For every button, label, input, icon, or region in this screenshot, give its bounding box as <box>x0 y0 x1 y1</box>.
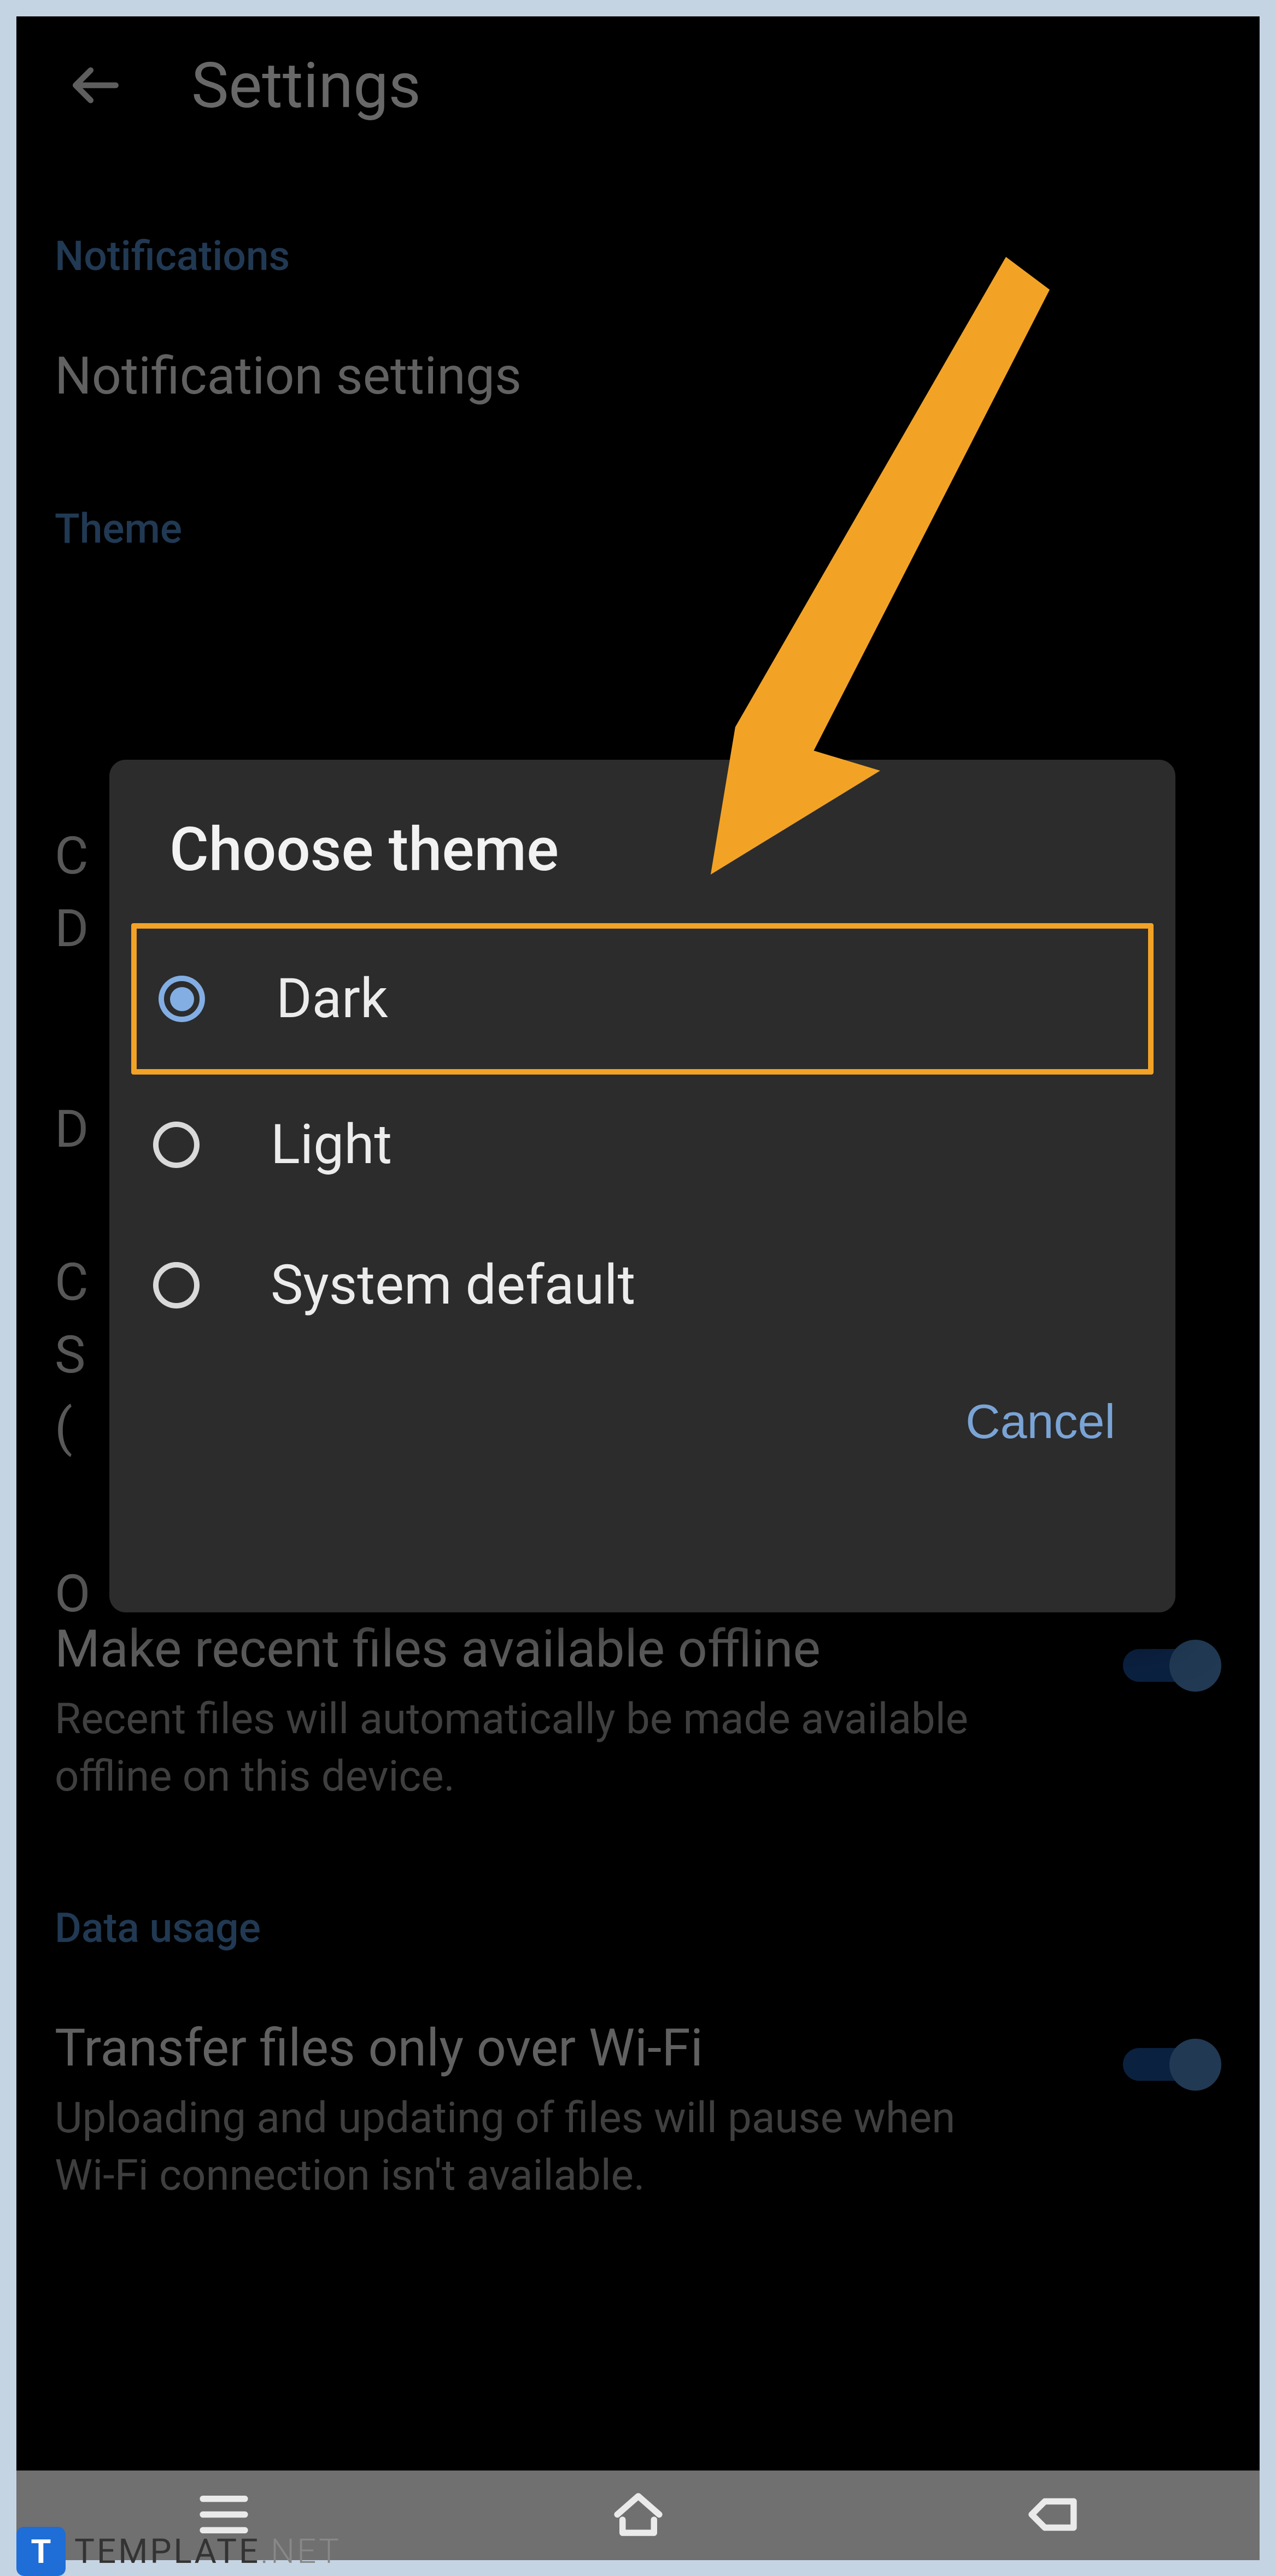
setting-title: Make recent files available offline <box>55 1619 1101 1680</box>
home-icon[interactable] <box>607 2483 670 2548</box>
theme-option-system-default[interactable]: System default <box>131 1215 1154 1356</box>
obscured-char: C <box>55 1246 89 1319</box>
section-label-data-usage: Data usage <box>16 1828 1260 1974</box>
obscured-text: C S ( <box>55 1246 89 1464</box>
offline-toggle[interactable] <box>1117 1635 1221 1695</box>
dialog-title: Choose theme <box>131 814 1154 885</box>
wifi-only-row[interactable]: Transfer files only over Wi-Fi Uploading… <box>16 1974 1260 2227</box>
obscured-char: O <box>55 1558 90 1630</box>
theme-option-light[interactable]: Light <box>131 1075 1154 1215</box>
obscured-char: D <box>55 893 89 965</box>
screenshot-frame: Settings Notifications Notification sett… <box>16 16 1260 2471</box>
setting-title: Notification settings <box>55 346 1221 407</box>
watermark: T TEMPLATE.NET <box>16 2527 341 2576</box>
obscured-text: D <box>55 1093 89 1166</box>
dialog-actions: Cancel <box>131 1356 1154 1471</box>
setting-subtitle: Recent files will automatically be made … <box>55 1691 984 1806</box>
obscured-text: C D <box>55 820 89 965</box>
back-icon[interactable] <box>1021 2483 1084 2548</box>
radio-label: Light <box>271 1113 392 1177</box>
obscured-char: ( <box>55 1392 89 1464</box>
obscured-char: D <box>55 1093 89 1166</box>
offline-files-row[interactable]: Make recent files available offline Rece… <box>16 1575 1260 1828</box>
watermark-text: TEMPLATE.NET <box>74 2532 341 2572</box>
app-header: Settings <box>16 16 1260 156</box>
obscured-char: S <box>55 1319 89 1392</box>
radio-label: System default <box>271 1253 635 1317</box>
toggle-thumb <box>1169 2039 1221 2091</box>
watermark-brand: TEMPLATE <box>74 2532 260 2572</box>
watermark-badge: T <box>16 2527 66 2576</box>
theme-option-dark[interactable]: Dark <box>131 923 1154 1075</box>
watermark-suffix: .NET <box>260 2532 341 2572</box>
section-label-notifications: Notifications <box>16 156 1260 302</box>
toggle-thumb <box>1169 1640 1221 1692</box>
radio-icon <box>153 1122 200 1168</box>
obscured-char: C <box>55 820 89 893</box>
wifi-toggle[interactable] <box>1117 2034 1221 2094</box>
cancel-button[interactable]: Cancel <box>965 1394 1115 1450</box>
radio-icon <box>153 1262 200 1308</box>
setting-title: Transfer files only over Wi-Fi <box>55 2018 1101 2079</box>
notification-settings-row[interactable]: Notification settings <box>16 302 1260 429</box>
page-title: Settings <box>191 49 421 123</box>
radio-icon <box>159 976 205 1022</box>
back-arrow-icon[interactable] <box>66 55 126 118</box>
obscured-text: O <box>55 1558 90 1630</box>
setting-subtitle: Uploading and updating of files will pau… <box>55 2090 984 2205</box>
radio-label: Dark <box>276 967 388 1031</box>
choose-theme-dialog: Choose theme Dark Light System default C… <box>109 760 1175 1612</box>
section-label-theme: Theme <box>16 429 1260 575</box>
